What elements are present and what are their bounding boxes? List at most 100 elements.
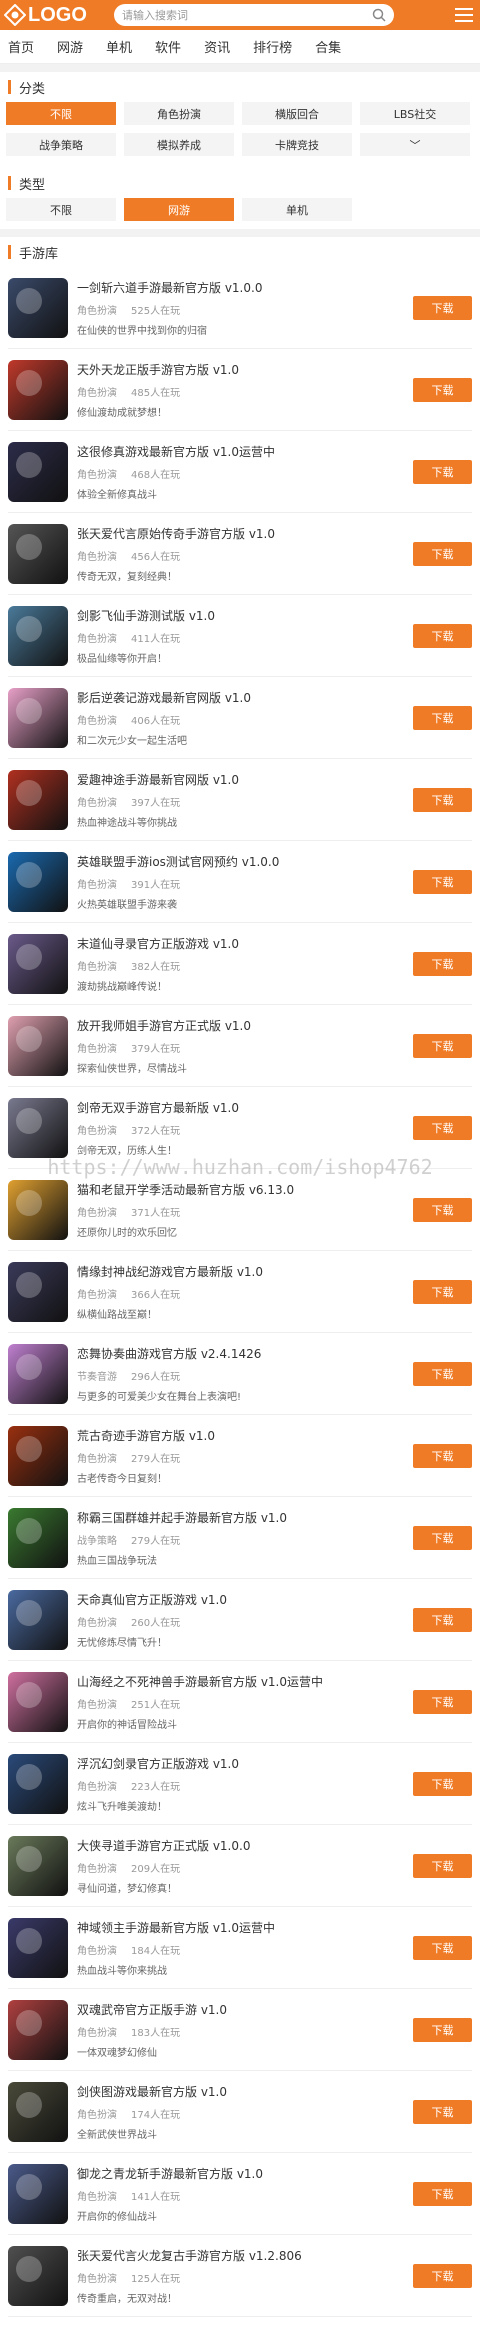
game-item[interactable]: 猫和老鼠开学季活动最新官方版 v6.13.0 角色扮演 371人在玩 还原你儿时的欢乐…: [8, 1169, 472, 1251]
download-button[interactable]: 下载: [413, 1525, 472, 1550]
download-button[interactable]: 下载: [413, 1279, 472, 1304]
download-button[interactable]: 下载: [413, 623, 472, 648]
game-item[interactable]: 影后逆袭记游戏最新官网版 v1.0 角色扮演 406人在玩 和二次元少女一起生活吧 下载: [8, 677, 472, 759]
game-icon[interactable]: [8, 769, 68, 830]
game-title[interactable]: 剑侠图游戏最新官方版 v1.0: [77, 2083, 405, 2100]
game-title[interactable]: 英雄联盟手游ios测试官网预约 v1.0.0: [77, 853, 405, 870]
download-button[interactable]: 下载: [413, 377, 472, 402]
download-button[interactable]: 下载: [413, 1607, 472, 1632]
download-button[interactable]: 下载: [413, 1443, 472, 1468]
game-item[interactable]: 神域领主手游最新官方版 v1.0运营中 角色扮演 184人在玩 热血战斗等你来挑战 下载: [8, 1907, 472, 1989]
game-item[interactable]: 放开我师姐手游官方正式版 v1.0 角色扮演 379人在玩 探索仙侠世界，尽情战斗 下载: [8, 1005, 472, 1087]
game-icon[interactable]: [8, 2081, 68, 2142]
game-title[interactable]: 神域领主手游最新官方版 v1.0运营中: [77, 1919, 405, 1936]
download-button[interactable]: 下载: [413, 541, 472, 566]
game-icon[interactable]: [8, 1753, 68, 1814]
game-title[interactable]: 张天爱代言原始传奇手游官方版 v1.0: [77, 525, 405, 542]
game-icon[interactable]: [8, 359, 68, 420]
download-button[interactable]: 下载: [413, 1361, 472, 1386]
download-button[interactable]: 下载: [413, 1033, 472, 1058]
site-logo[interactable]: LOGO: [4, 4, 114, 27]
game-title[interactable]: 荒古奇迹手游官方版 v1.0: [77, 1427, 405, 1444]
nav-item-online-games[interactable]: 网游: [57, 37, 83, 56]
type-tag[interactable]: 不限: [6, 198, 116, 221]
menu-button[interactable]: [452, 3, 476, 27]
category-tag[interactable]: 不限: [6, 102, 116, 125]
game-item[interactable]: 天外天龙正版手游官方版 v1.0 角色扮演 485人在玩 修仙渡劫成就梦想！ 下载: [8, 349, 472, 431]
game-item[interactable]: 山海经之不死神兽手游最新官方版 v1.0运营中 角色扮演 251人在玩 开启你的神话冒…: [8, 1661, 472, 1743]
game-item[interactable]: 浮沉幻剑录官方正版游戏 v1.0 角色扮演 223人在玩 炫斗飞升唯美渡劫！ 下载: [8, 1743, 472, 1825]
game-item[interactable]: 称霸三国群雄并起手游最新官方版 v1.0 战争策略 279人在玩 热血三国战争玩法 下载: [8, 1497, 472, 1579]
game-item[interactable]: 一剑斩六道手游最新官方版 v1.0.0 角色扮演 525人在玩 在仙侠的世界中找到你的…: [8, 267, 472, 349]
category-tag[interactable]: 模拟养成: [124, 133, 234, 156]
download-button[interactable]: 下载: [413, 2099, 472, 2124]
game-icon[interactable]: [8, 851, 68, 912]
game-item[interactable]: 张天爱代言火龙复古手游官方版 v1.2.806 角色扮演 125人在玩 传奇重启，无双…: [8, 2235, 472, 2317]
game-icon[interactable]: [8, 605, 68, 666]
game-item[interactable]: 剑帝无双手游官方最新版 v1.0 角色扮演 372人在玩 剑帝无双，历练人生！ 下载: [8, 1087, 472, 1169]
game-title[interactable]: 爱趣神途手游最新官网版 v1.0: [77, 771, 405, 788]
game-title[interactable]: 浮沉幻剑录官方正版游戏 v1.0: [77, 1755, 405, 1772]
download-button[interactable]: 下载: [413, 295, 472, 320]
game-icon[interactable]: [8, 441, 68, 502]
download-button[interactable]: 下载: [413, 869, 472, 894]
download-button[interactable]: 下载: [413, 459, 472, 484]
game-icon[interactable]: [8, 933, 68, 994]
category-tag[interactable]: 角色扮演: [124, 102, 234, 125]
search-icon[interactable]: [372, 8, 386, 22]
game-item[interactable]: 张天爱代言原始传奇手游官方版 v1.0 角色扮演 456人在玩 传奇无双，复刻经典！ 下…: [8, 513, 472, 595]
category-tag[interactable]: ﹀: [360, 133, 470, 156]
game-title[interactable]: 一剑斩六道手游最新官方版 v1.0.0: [77, 279, 405, 296]
download-button[interactable]: 下载: [413, 1197, 472, 1222]
game-item[interactable]: 爱趣神途手游最新官网版 v1.0 角色扮演 397人在玩 热血神途战斗等你挑战 下载: [8, 759, 472, 841]
game-item[interactable]: 御龙之青龙斩手游最新官方版 v1.0 角色扮演 141人在玩 开启你的修仙战斗 下载: [8, 2153, 472, 2235]
nav-item-collections[interactable]: 合集: [315, 37, 341, 56]
game-item[interactable]: 恋舞协奏曲游戏官方版 v2.4.1426 节奏音游 296人在玩 与更多的可爱美少女在…: [8, 1333, 472, 1415]
game-icon[interactable]: [8, 1097, 68, 1158]
game-icon[interactable]: [8, 2163, 68, 2224]
game-title[interactable]: 恋舞协奏曲游戏官方版 v2.4.1426: [77, 1345, 405, 1362]
game-title[interactable]: 情缘封神战纪游戏官方最新版 v1.0: [77, 1263, 405, 1280]
download-button[interactable]: 下载: [413, 1115, 472, 1140]
game-item[interactable]: 荒古奇迹手游官方版 v1.0 角色扮演 279人在玩 古老传奇今日复刻！ 下载: [8, 1415, 472, 1497]
nav-item-news[interactable]: 资讯: [204, 37, 230, 56]
game-icon[interactable]: [8, 1671, 68, 1732]
game-item[interactable]: 剑侠图游戏最新官方版 v1.0 角色扮演 174人在玩 全新武侠世界战斗 下载: [8, 2071, 472, 2153]
category-tag[interactable]: LBS社交: [360, 102, 470, 125]
game-title[interactable]: 御龙之青龙斩手游最新官方版 v1.0: [77, 2165, 405, 2182]
category-tag[interactable]: 卡牌竞技: [242, 133, 352, 156]
game-title[interactable]: 天外天龙正版手游官方版 v1.0: [77, 361, 405, 378]
nav-item-single-games[interactable]: 单机: [106, 37, 132, 56]
game-icon[interactable]: [8, 1343, 68, 1404]
download-button[interactable]: 下载: [413, 787, 472, 812]
nav-item-home[interactable]: 首页: [8, 37, 34, 56]
game-title[interactable]: 这很修真游戏最新官方版 v1.0运营中: [77, 443, 405, 460]
download-button[interactable]: 下载: [413, 2017, 472, 2042]
nav-item-software[interactable]: 软件: [155, 37, 181, 56]
download-button[interactable]: 下载: [413, 2263, 472, 2288]
category-tag[interactable]: 横版回合: [242, 102, 352, 125]
game-item[interactable]: 双魂武帝官方正版手游 v1.0 角色扮演 183人在玩 一体双魂梦幻修仙 下载: [8, 1989, 472, 2071]
type-tag[interactable]: 网游: [124, 198, 234, 221]
game-title[interactable]: 剑影飞仙手游测试版 v1.0: [77, 607, 405, 624]
game-icon[interactable]: [8, 687, 68, 748]
game-icon[interactable]: [8, 1589, 68, 1650]
download-button[interactable]: 下载: [413, 951, 472, 976]
game-icon[interactable]: [8, 1261, 68, 1322]
game-item[interactable]: 末道仙寻录官方正版游戏 v1.0 角色扮演 382人在玩 渡劫挑战巅峰传说！ 下载: [8, 923, 472, 1005]
download-button[interactable]: 下载: [413, 1853, 472, 1878]
game-title[interactable]: 猫和老鼠开学季活动最新官方版 v6.13.0: [77, 1181, 405, 1198]
game-item[interactable]: 天命真仙官方正版游戏 v1.0 角色扮演 260人在玩 无忧修炼尽情飞升！ 下载: [8, 1579, 472, 1661]
game-item[interactable]: 情缘封神战纪游戏官方最新版 v1.0 角色扮演 366人在玩 纵横仙路战至巅！ 下载: [8, 1251, 472, 1333]
search-box[interactable]: 请输入搜索词: [114, 4, 394, 26]
download-button[interactable]: 下载: [413, 705, 472, 730]
game-icon[interactable]: [8, 1179, 68, 1240]
game-title[interactable]: 称霸三国群雄并起手游最新官方版 v1.0: [77, 1509, 405, 1526]
download-button[interactable]: 下载: [413, 2181, 472, 2206]
game-icon[interactable]: [8, 1917, 68, 1978]
game-item[interactable]: 这很修真游戏最新官方版 v1.0运营中 角色扮演 468人在玩 体验全新修真战斗 下载: [8, 431, 472, 513]
search-input[interactable]: 请输入搜索词: [122, 7, 372, 23]
category-tag[interactable]: 战争策略: [6, 133, 116, 156]
download-button[interactable]: 下载: [413, 1935, 472, 1960]
download-button[interactable]: 下载: [413, 1771, 472, 1796]
